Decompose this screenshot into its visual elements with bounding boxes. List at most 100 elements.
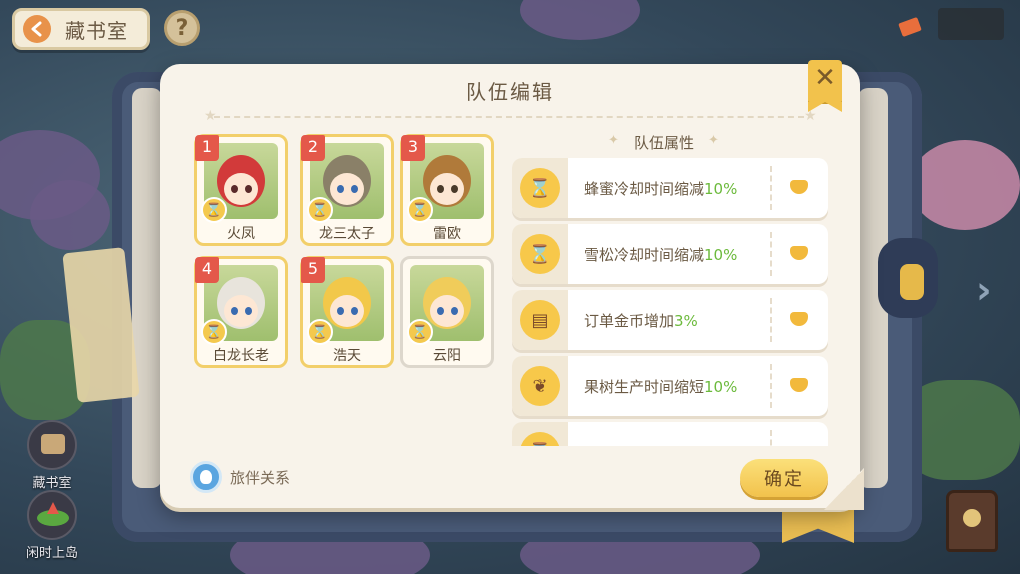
attribute-label: 果树生产时间缩短 — [584, 378, 705, 396]
bond-heart-icon — [790, 180, 808, 194]
hero-eye — [337, 307, 344, 315]
attribute-row: ⌛ 蜂蜜冷却时间缩减10% — [512, 158, 828, 218]
attribute-divider — [770, 232, 772, 276]
attribute-row: ⌛ 雪松冷却时间缩减10% — [512, 224, 828, 284]
companion-icon — [190, 461, 222, 493]
hero-face — [430, 295, 464, 327]
bond-heart-icon — [790, 312, 808, 326]
library-icon — [27, 420, 77, 470]
clock-tower-icon[interactable] — [946, 490, 998, 552]
help-button[interactable]: ? — [164, 10, 200, 46]
hero-name: 雷欧 — [433, 226, 461, 242]
library-shortcut[interactable]: 藏书室 — [22, 420, 82, 491]
hero-card[interactable]: 1 ⌛ 火凤 — [194, 134, 288, 246]
island-icon — [27, 490, 77, 540]
island-shortcut[interactable]: 闲时上岛 — [22, 490, 82, 561]
attribute-icon-well: ⌛ — [512, 422, 568, 446]
bond-heart-icon — [790, 246, 808, 260]
attribute-text: 蜂蜜冷却时间缩减10% — [584, 178, 737, 199]
hero-eye — [245, 185, 252, 193]
hero-eye — [231, 185, 238, 193]
attribute-list[interactable]: ⌛ 蜂蜜冷却时间缩减10% ⌛ 雪松冷却时间缩减10% ▤ 订单金币增加3% ❦ 果树生产时间… — [512, 156, 830, 446]
confirm-button[interactable]: 确定 — [740, 459, 828, 497]
flower-bush — [910, 140, 1020, 230]
hero-card[interactable]: 4 ⌛ 白龙长老 — [194, 256, 288, 368]
skill-badge-icon: ⌛ — [201, 197, 227, 223]
bond-heart-icon — [790, 378, 808, 392]
attribute-label: 蜂蜜冷却时间缩减 — [584, 180, 705, 198]
hero-face — [224, 173, 258, 205]
hero-eye — [437, 185, 444, 193]
attribute-divider — [770, 430, 772, 446]
ticket-icon — [898, 17, 922, 37]
sprout-icon: ❦ — [520, 366, 560, 406]
hero-name: 浩天 — [333, 348, 361, 364]
attribute-row: ⌛ — [512, 422, 828, 446]
bush — [520, 0, 640, 40]
hero-eye — [437, 307, 444, 315]
skill-badge-icon: ⌛ — [307, 197, 333, 223]
skill-badge-icon: ⌛ — [201, 319, 227, 345]
page-curl-decoration — [824, 468, 864, 510]
hero-eye — [451, 185, 458, 193]
hero-face — [224, 295, 258, 327]
attribute-value: 3% — [674, 312, 698, 330]
skill-badge-icon: ⌛ — [407, 319, 433, 345]
hero-face — [330, 173, 364, 205]
library-shortcut-label: 藏书室 — [32, 476, 72, 491]
chevron-right-icon[interactable]: › — [976, 268, 992, 312]
hero-eye — [351, 307, 358, 315]
book-page-edge — [132, 88, 162, 488]
hero-name: 龙三太子 — [319, 226, 375, 242]
star-icon: ★ — [204, 108, 217, 124]
companion-relations-label: 旅伴关系 — [230, 468, 291, 487]
skill-badge-icon: ⌛ — [407, 197, 433, 223]
attribute-row: ▤ 订单金币增加3% — [512, 290, 828, 350]
hero-name: 云阳 — [433, 348, 461, 364]
hero-eye — [337, 185, 344, 193]
hero-card[interactable]: ⌛ 云阳 — [400, 256, 494, 368]
attribute-value: 10% — [704, 246, 738, 264]
slot-number-badge: 4 — [195, 257, 219, 283]
slot-number-badge: 3 — [401, 135, 425, 161]
attribute-label: 订单金币增加 — [584, 312, 675, 330]
clipboard-icon: ▤ — [520, 300, 560, 340]
hero-eye — [245, 307, 252, 315]
attribute-divider — [770, 298, 772, 342]
close-icon: ✕ — [814, 63, 836, 93]
dialog-title: 队伍编辑 — [466, 80, 554, 104]
back-arrow-icon — [23, 15, 51, 43]
hero-name: 白龙长老 — [213, 348, 269, 364]
top-right-panel — [938, 8, 1004, 40]
attribute-icon-well: ❦ — [512, 356, 568, 416]
hourglass-icon: ⌛ — [520, 234, 560, 274]
back-button[interactable]: 藏书室 — [12, 8, 150, 50]
attribute-value: 10% — [704, 378, 738, 396]
attribute-divider — [770, 166, 772, 210]
hero-face — [430, 173, 464, 205]
slot-number-badge: 2 — [301, 135, 325, 161]
hourglass-icon: ⌛ — [520, 168, 560, 208]
hero-card[interactable]: 3 ⌛ 雷欧 — [400, 134, 494, 246]
sparkle-icon: ✦ — [608, 133, 619, 148]
companion-relations-button[interactable]: 旅伴关系 — [190, 461, 290, 493]
attribute-label: 雪松冷却时间缩减 — [584, 246, 705, 264]
attribute-icon-well: ▤ — [512, 290, 568, 350]
attribute-text: 果树生产时间缩短10% — [584, 376, 737, 397]
hero-card[interactable]: 2 ⌛ 龙三太子 — [300, 134, 394, 246]
skill-badge-icon: ⌛ — [307, 319, 333, 345]
book-clasp-icon — [878, 238, 938, 318]
hero-eye — [451, 307, 458, 315]
back-button-label: 藏书室 — [65, 18, 128, 43]
slot-number-badge: 1 — [195, 135, 219, 161]
hero-name: 火凤 — [227, 226, 255, 242]
hero-face — [330, 295, 364, 327]
title-divider — [214, 116, 804, 118]
bush — [30, 180, 110, 250]
attributes-title: 队伍属性 — [634, 134, 695, 152]
hero-card[interactable]: 5 ⌛ 浩天 — [300, 256, 394, 368]
attribute-icon-well: ⌛ — [512, 224, 568, 284]
attribute-divider — [770, 364, 772, 408]
attribute-text: 订单金币增加3% — [584, 310, 698, 331]
close-button[interactable]: ✕ — [808, 60, 842, 102]
